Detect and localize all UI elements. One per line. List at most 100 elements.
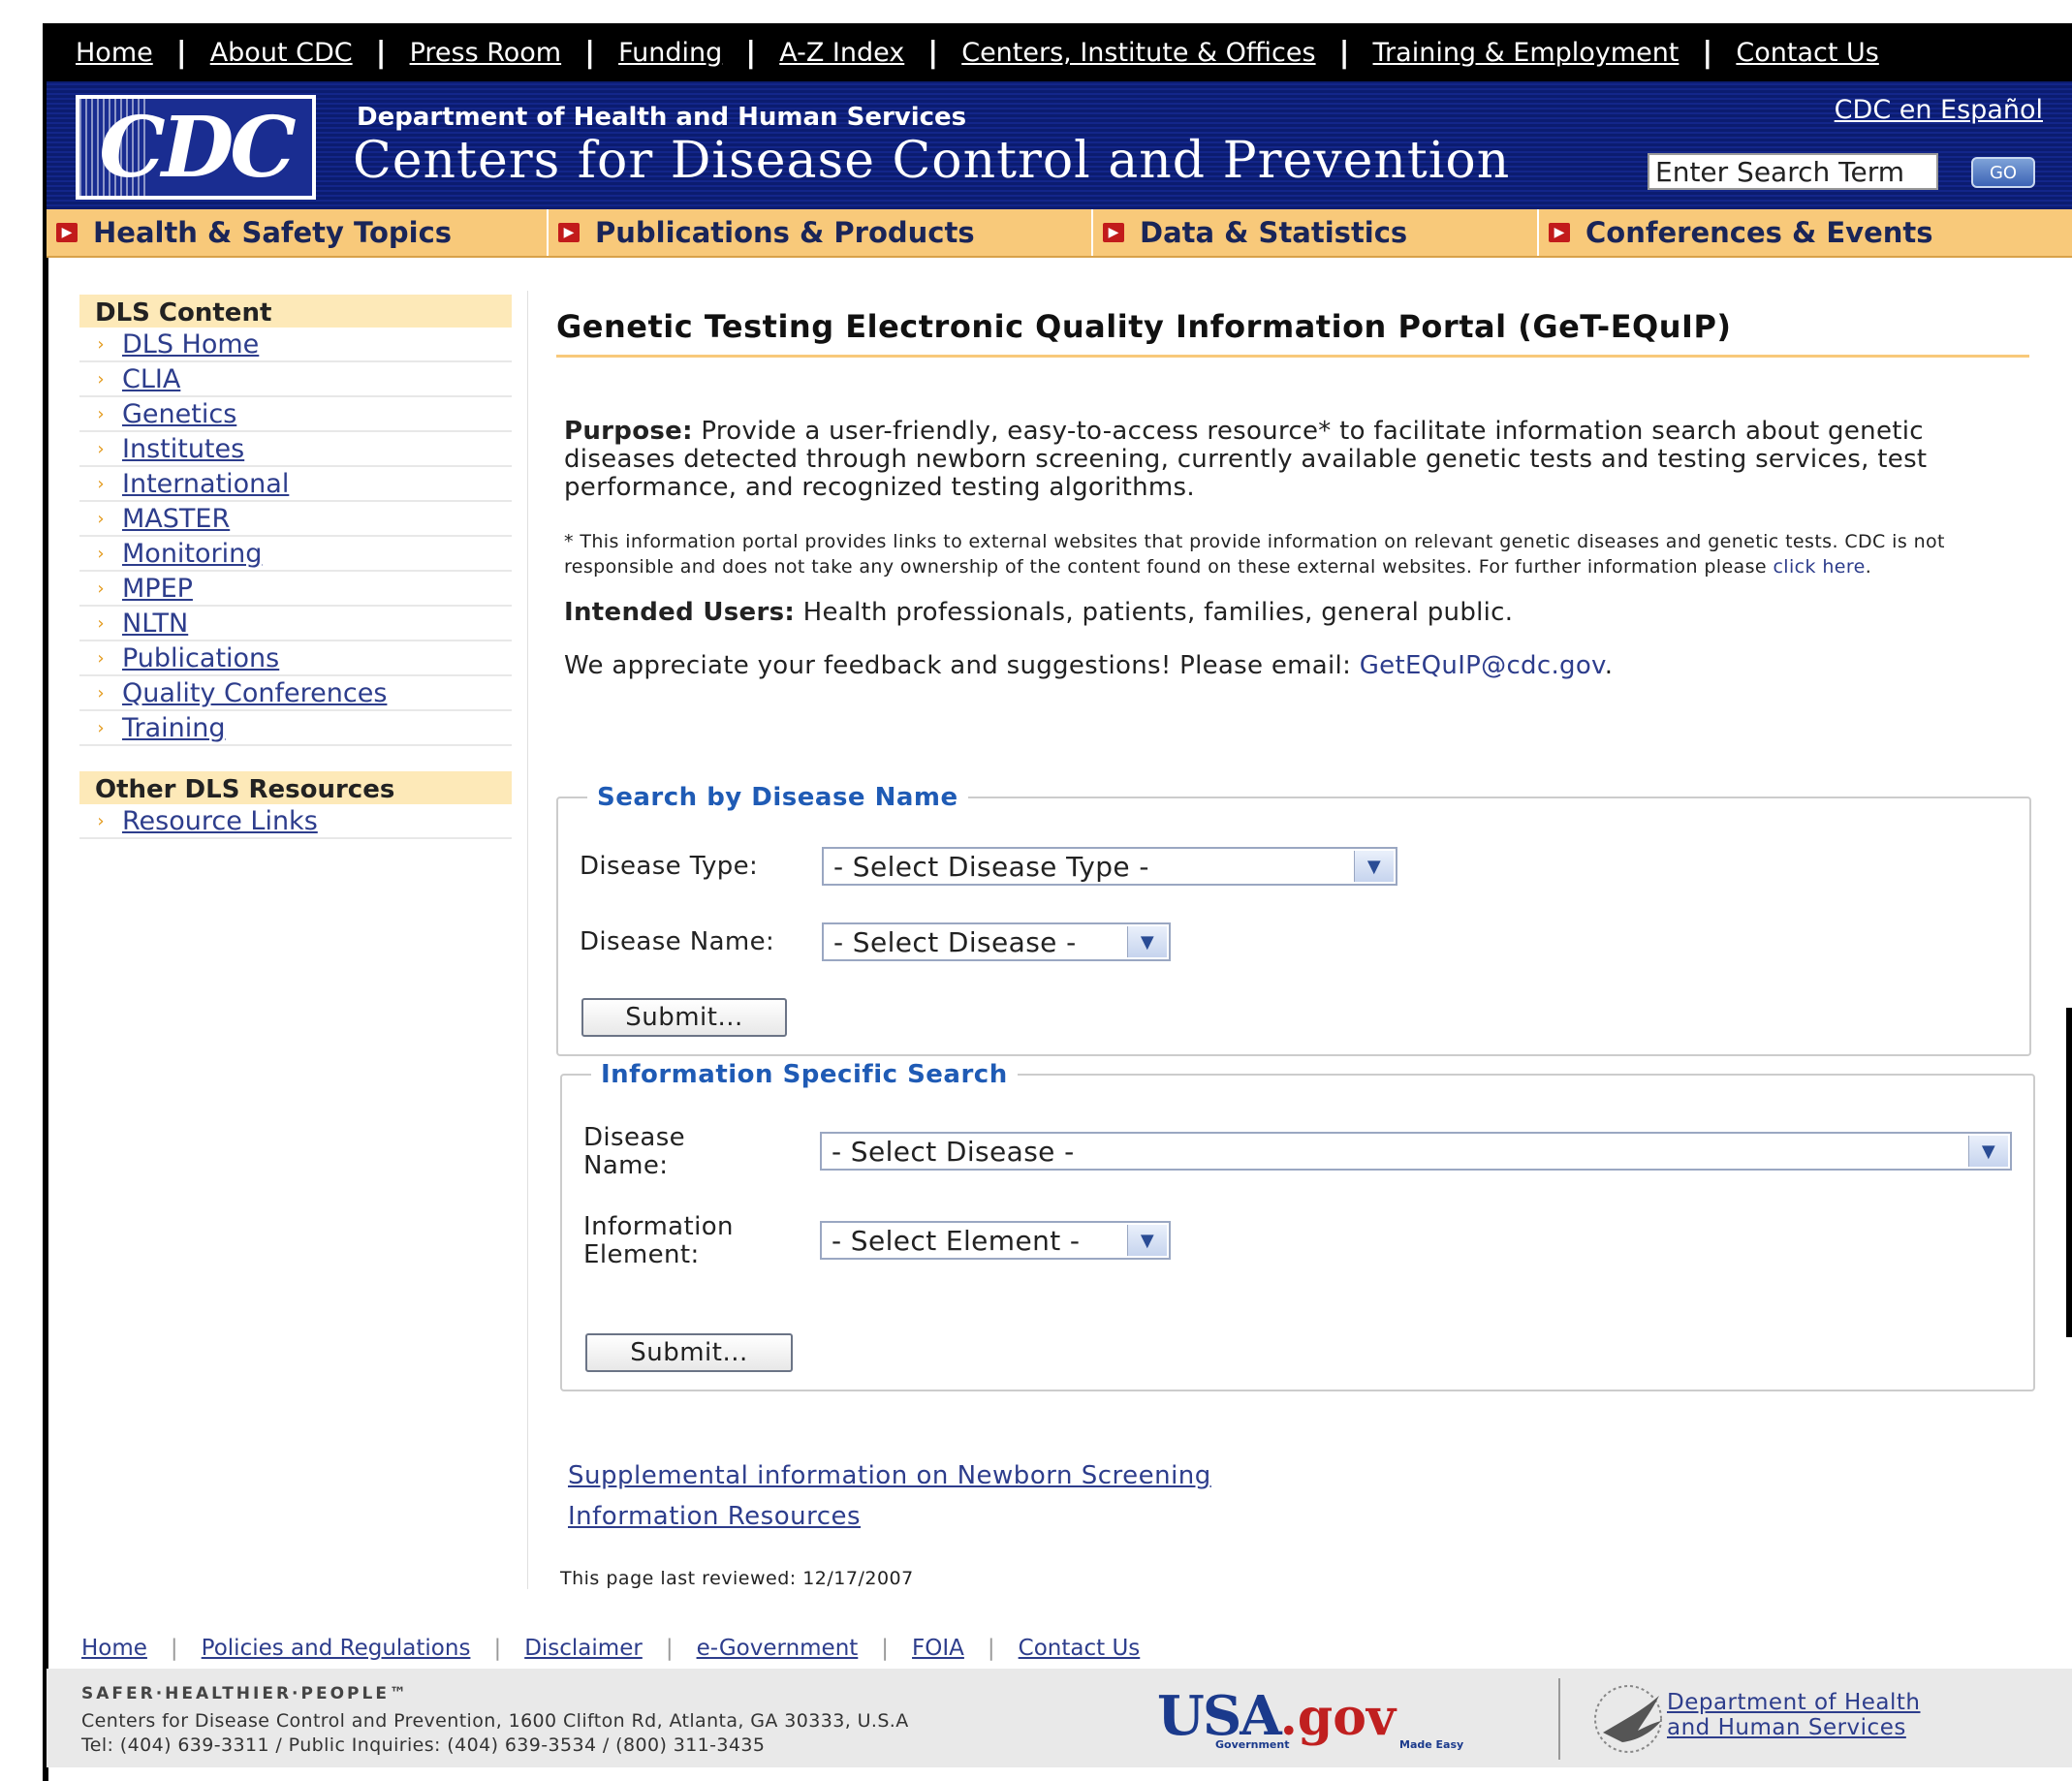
espanol-link[interactable]: CDC en Español	[1835, 95, 2043, 125]
chevron-right-icon: ›	[97, 682, 105, 703]
topnav-press-room[interactable]: Press Room	[410, 38, 562, 68]
sidebar-item-institutes: › Institutes	[79, 432, 512, 467]
chevron-down-icon[interactable]: ▼	[1354, 851, 1394, 882]
column-divider	[527, 291, 528, 1589]
footer-link-contact[interactable]: Contact Us	[1019, 1636, 1141, 1661]
hhs-eagle-icon[interactable]	[1584, 1682, 1680, 1756]
arrow-icon: ▶	[1103, 223, 1124, 242]
footer-link-home[interactable]: Home	[81, 1636, 147, 1661]
usa-gov-suffix: .gov	[1279, 1688, 1397, 1747]
feedback-text: We appreciate your feedback and suggesti…	[564, 651, 1360, 680]
info-disease-name-label: Disease Name:	[583, 1123, 686, 1180]
info-resources-link[interactable]: Information Resources	[568, 1502, 861, 1531]
users-label: Intended Users:	[564, 598, 796, 627]
topnav-az-index[interactable]: A-Z Index	[779, 38, 904, 68]
feedback-line: We appreciate your feedback and suggesti…	[564, 652, 2029, 680]
search-go-button[interactable]: GO	[1971, 157, 2035, 188]
chevron-down-icon[interactable]: ▼	[1968, 1136, 2008, 1167]
info-element-label: Information Element:	[583, 1212, 734, 1269]
sidebar-link[interactable]: Training	[122, 713, 226, 743]
sidebar-item-clia: › CLIA	[79, 362, 512, 397]
topic-data-statistics[interactable]: ▶ Data & Statistics	[1093, 209, 1539, 256]
click-here-link[interactable]: click here	[1773, 556, 1865, 578]
info-submit-button[interactable]: Submit...	[585, 1333, 793, 1372]
sidebar-link[interactable]: NLTN	[122, 609, 188, 639]
disease-type-value: - Select Disease Type -	[833, 850, 1149, 883]
separator: |	[745, 35, 757, 70]
topnav-training[interactable]: Training & Employment	[1373, 38, 1680, 68]
topic-publications[interactable]: ▶ Publications & Products	[549, 209, 1093, 256]
topic-health-safety[interactable]: ▶ Health & Safety Topics	[47, 209, 549, 256]
footer-link-egov[interactable]: e-Government	[697, 1636, 859, 1661]
sidebar-link[interactable]: MASTER	[122, 504, 230, 534]
top-navigation: Home | About CDC | Press Room | Funding …	[47, 23, 2072, 81]
footer-link-disclaimer[interactable]: Disclaimer	[524, 1636, 643, 1661]
chevron-down-icon[interactable]: ▼	[1127, 926, 1167, 957]
topnav-contact[interactable]: Contact Us	[1736, 38, 1878, 68]
disease-type-select[interactable]: - Select Disease Type - ▼	[822, 847, 1397, 886]
disease-submit-button[interactable]: Submit...	[581, 998, 787, 1037]
separator: |	[1702, 35, 1713, 70]
topnav-home[interactable]: Home	[76, 38, 153, 68]
topnav-funding[interactable]: Funding	[618, 38, 722, 68]
info-disease-select[interactable]: - Select Disease - ▼	[820, 1132, 2012, 1171]
footer-phone: Tel: (404) 639-3311 / Public Inquiries: …	[81, 1734, 766, 1756]
info-element-value: - Select Element -	[832, 1224, 1081, 1257]
sidebar-link[interactable]: Publications	[122, 643, 279, 673]
chevron-down-icon[interactable]: ▼	[1127, 1225, 1167, 1256]
sidebar-item-nltn: › NLTN	[79, 607, 512, 641]
feedback-period: .	[1604, 651, 1614, 680]
topnav-about[interactable]: About CDC	[210, 38, 353, 68]
disclaimer-period: .	[1865, 556, 1872, 578]
separator: |	[1338, 35, 1350, 70]
sidebar-link[interactable]: Monitoring	[122, 539, 262, 569]
site-footer: SAFER·HEALTHIER·PEOPLE™ Centers for Dise…	[47, 1669, 2072, 1767]
separator: |	[927, 35, 939, 70]
usa-gov-tag-government: Government	[1215, 1738, 1290, 1751]
purpose-label: Purpose:	[564, 417, 693, 446]
supplemental-info-link[interactable]: Supplemental information on Newborn Scre…	[568, 1461, 1211, 1490]
sidebar-link[interactable]: DLS Home	[122, 329, 259, 359]
page-title: Genetic Testing Electronic Quality Infor…	[556, 308, 2029, 358]
footer-link-foia[interactable]: FOIA	[912, 1636, 964, 1661]
search-by-disease-legend: Search by Disease Name	[597, 783, 958, 812]
sidebar-item-training: › Training	[79, 711, 512, 746]
sidebar-link[interactable]: International	[122, 469, 289, 499]
footer-link-policies[interactable]: Policies and Regulations	[202, 1636, 471, 1661]
sidebar-link[interactable]: CLIA	[122, 364, 180, 394]
sidebar-link[interactable]: MPEP	[122, 574, 193, 604]
cdc-logo[interactable]: CDC	[76, 95, 316, 200]
sidebar-item-master: › MASTER	[79, 502, 512, 537]
department-name: Department of Health and Human Services	[357, 103, 967, 132]
info-element-select[interactable]: - Select Element - ▼	[820, 1221, 1171, 1260]
topic-label: Publications & Products	[595, 216, 975, 249]
sidebar-link[interactable]: Resource Links	[122, 806, 318, 836]
hhs-link[interactable]: Department of Health and Human Services	[1667, 1690, 1921, 1740]
arrow-icon: ▶	[1549, 223, 1570, 242]
disease-name-select[interactable]: - Select Disease - ▼	[822, 922, 1171, 961]
chevron-right-icon: ›	[97, 368, 105, 390]
right-frame-border	[2066, 1008, 2072, 1337]
hhs-line-2: and Human Services	[1667, 1715, 1906, 1740]
topic-conferences[interactable]: ▶ Conferences & Events	[1539, 209, 2072, 256]
logo-stripes	[79, 99, 147, 196]
sidebar-link[interactable]: Institutes	[122, 434, 244, 464]
purpose-text: Provide a user-friendly, easy-to-access …	[564, 417, 1928, 502]
site-search-input[interactable]	[1648, 153, 1938, 190]
feedback-email-link[interactable]: GetEQuIP@cdc.gov	[1360, 651, 1605, 680]
arrow-icon: ▶	[56, 223, 78, 242]
topic-label: Conferences & Events	[1585, 216, 1933, 249]
hhs-line-1: Department of Health	[1667, 1690, 1921, 1715]
chevron-right-icon: ›	[97, 717, 105, 738]
usa-gov-logo[interactable]: USA.gov Government Made Easy	[1157, 1684, 1525, 1754]
topic-label: Health & Safety Topics	[93, 216, 453, 249]
left-frame-border	[43, 23, 48, 1781]
chevron-right-icon: ›	[97, 508, 105, 529]
sidebar-link[interactable]: Quality Conferences	[122, 678, 387, 708]
topnav-centers[interactable]: Centers, Institute & Offices	[961, 38, 1315, 68]
sidebar-heading-dls-content: DLS Content	[79, 295, 512, 328]
sidebar-link[interactable]: Genetics	[122, 399, 236, 429]
footer-address-block: Centers for Disease Control and Preventi…	[81, 1709, 909, 1758]
sidebar-item-monitoring: › Monitoring	[79, 537, 512, 572]
chevron-right-icon: ›	[97, 612, 105, 634]
